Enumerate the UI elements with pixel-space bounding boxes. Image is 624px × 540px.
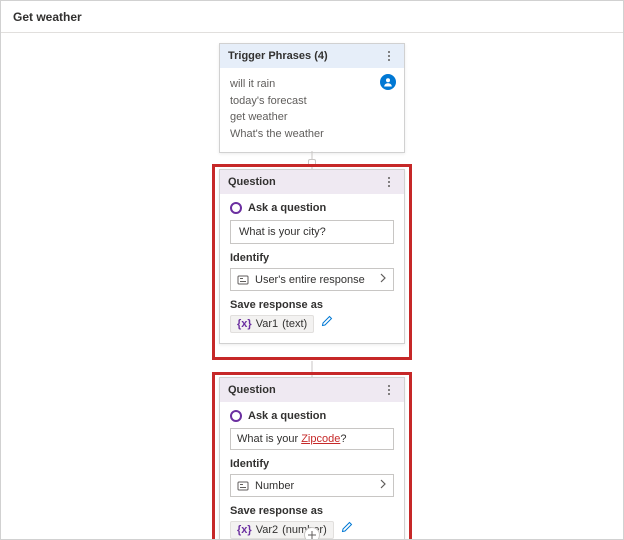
question-node-1[interactable]: Question Ask a question Identify — [219, 169, 405, 344]
edit-icon[interactable] — [321, 318, 333, 330]
identify-value: User's entire response — [255, 274, 365, 286]
more-icon[interactable] — [382, 49, 396, 63]
question-prompt-text: What is your Zipcode? — [237, 433, 346, 445]
trigger-phrase: will it rain — [230, 76, 394, 93]
save-response-label: Save response as — [230, 299, 394, 311]
slot-icon — [237, 274, 249, 286]
identify-value: Number — [255, 480, 294, 492]
trigger-phrase: get weather — [230, 109, 394, 126]
variable-name: Var2 — [256, 524, 278, 536]
save-response-label: Save response as — [230, 505, 394, 517]
question-node-header: Question — [220, 378, 404, 402]
trigger-phrase: What's the weather — [230, 126, 394, 143]
more-icon[interactable] — [382, 383, 396, 397]
more-icon[interactable] — [382, 175, 396, 189]
identify-label: Identify — [230, 252, 394, 264]
trigger-node-title: Trigger Phrases (4) — [228, 50, 328, 62]
user-icon — [380, 74, 396, 90]
variable-type: (text) — [282, 318, 307, 330]
trigger-phrases-node[interactable]: Trigger Phrases (4) will it rain today's… — [219, 43, 405, 153]
add-node-button[interactable] — [304, 527, 320, 539]
slot-icon — [237, 480, 249, 492]
question-circle-icon — [230, 202, 242, 214]
page-title: Get weather — [13, 10, 82, 24]
question-node-title: Question — [228, 176, 276, 188]
question-node-header: Question — [220, 170, 404, 194]
chevron-right-icon — [379, 273, 387, 286]
trigger-node-body: will it rain today's forecast get weathe… — [220, 68, 404, 152]
connector-line — [312, 361, 313, 377]
trigger-phrases-list: will it rain today's forecast get weathe… — [230, 76, 394, 142]
ask-question-row: Ask a question — [230, 410, 394, 422]
question-node-body: Ask a question Identify User's entire re… — [220, 194, 404, 343]
spellcheck-underline: Zipcode — [301, 433, 340, 445]
chevron-right-icon — [379, 479, 387, 492]
plus-icon — [307, 530, 317, 539]
authoring-canvas[interactable]: Trigger Phrases (4) will it rain today's… — [1, 33, 623, 539]
variable-icon: {x} — [237, 318, 252, 330]
identify-select[interactable]: Number — [230, 474, 394, 497]
question-circle-icon — [230, 410, 242, 422]
edit-icon[interactable] — [341, 524, 353, 536]
question-prompt-input[interactable] — [237, 225, 387, 239]
trigger-phrase: today's forecast — [230, 93, 394, 110]
variable-name: Var1 — [256, 318, 278, 330]
question-node-title: Question — [228, 384, 276, 396]
ask-question-row: Ask a question — [230, 202, 394, 214]
authoring-canvas-frame: Get weather Trigger Phrases (4) will it … — [0, 0, 624, 540]
variable-chip[interactable]: {x} Var1 (text) — [230, 315, 314, 333]
question-node-2[interactable]: Question Ask a question What is your Zip… — [219, 377, 405, 539]
question-prompt-field[interactable]: What is your Zipcode? — [230, 428, 394, 450]
identify-select[interactable]: User's entire response — [230, 268, 394, 291]
question-prompt-field[interactable] — [230, 220, 394, 244]
ask-question-label: Ask a question — [248, 410, 326, 422]
trigger-node-header: Trigger Phrases (4) — [220, 44, 404, 68]
question-node-body: Ask a question What is your Zipcode? Ide… — [220, 402, 404, 539]
connector-port — [308, 159, 316, 167]
page-header: Get weather — [1, 1, 623, 33]
variable-row: {x} Var1 (text) — [230, 315, 394, 333]
identify-label: Identify — [230, 458, 394, 470]
ask-question-label: Ask a question — [248, 202, 326, 214]
variable-icon: {x} — [237, 524, 252, 536]
